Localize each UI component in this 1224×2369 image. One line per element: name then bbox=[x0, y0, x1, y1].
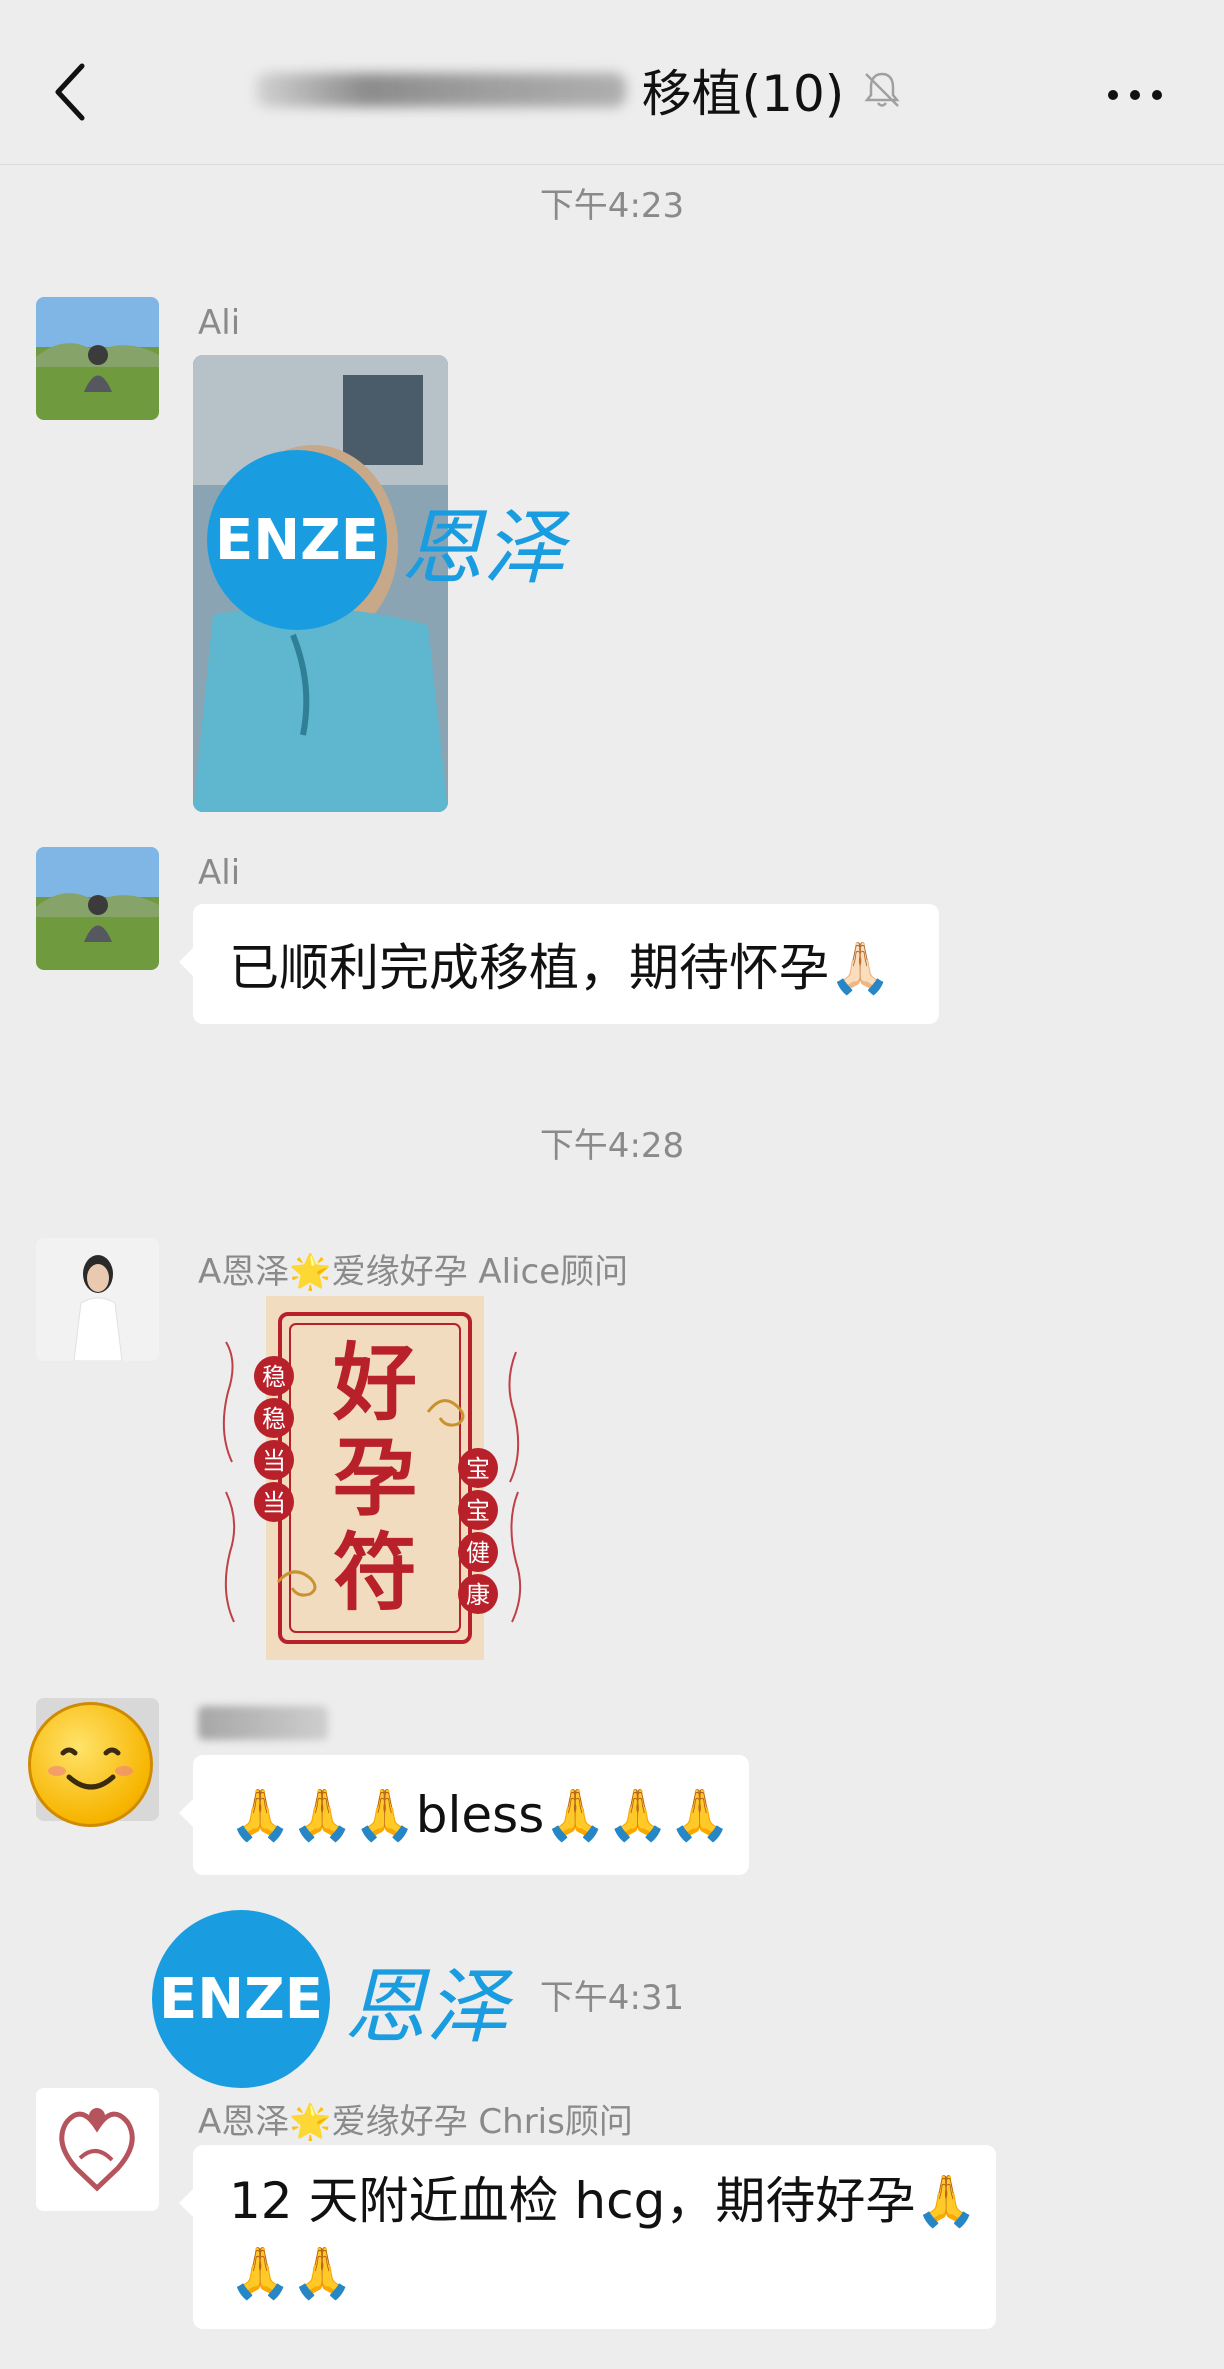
message-text-line: 12 天附近血检 hcg，期待好孕🙏 bbox=[229, 2172, 978, 2230]
avatar[interactable] bbox=[36, 297, 159, 420]
sticker-left-char: 稳 bbox=[262, 1405, 286, 1433]
sender-name: Ali bbox=[198, 303, 241, 343]
timestamp: 下午4:23 bbox=[539, 186, 685, 226]
avatar-person-image bbox=[36, 1238, 159, 1361]
sticker-main-char: 好 bbox=[332, 1333, 417, 1432]
sticker-main-char: 符 bbox=[333, 1523, 417, 1622]
more-horizontal-icon bbox=[1108, 90, 1162, 100]
avatar[interactable] bbox=[36, 1238, 159, 1361]
bell-off-icon bbox=[864, 72, 900, 107]
back-button[interactable] bbox=[40, 52, 100, 132]
blurred-title-part bbox=[255, 73, 626, 107]
sender-name: A恩泽🌟爱缘好孕 Chris顾问 bbox=[198, 2102, 633, 2142]
blurred-sender-name bbox=[198, 1706, 328, 1740]
avatar[interactable] bbox=[36, 2088, 159, 2211]
sticker-right-char: 健 bbox=[466, 1539, 490, 1567]
enze-watermark: ENZE 恩泽 bbox=[152, 1910, 508, 2088]
message-text-line: 🙏🙏 bbox=[229, 2244, 354, 2302]
chevron-left-icon bbox=[55, 63, 85, 121]
group-title: 移植(10) bbox=[641, 65, 845, 123]
sender-name: Ali bbox=[198, 853, 241, 893]
sticker-right-char: 宝 bbox=[466, 1455, 490, 1483]
sticker-main-char: 孕 bbox=[333, 1428, 417, 1527]
avatar[interactable] bbox=[36, 847, 159, 970]
sticker-right-char: 康 bbox=[466, 1581, 490, 1609]
message-bubble[interactable]: 🙏🙏🙏bless🙏🙏🙏 bbox=[179, 1755, 749, 1875]
enze-cn-text: 恩泽 bbox=[344, 1959, 508, 2055]
avatar-logo-image bbox=[36, 2088, 159, 2211]
message-text: 🙏🙏🙏bless🙏🙏🙏 bbox=[229, 1785, 732, 1844]
enze-logo: ENZE bbox=[152, 1910, 330, 2088]
enze-watermark: ENZE 恩泽 bbox=[207, 450, 565, 630]
avatar-landscape-image bbox=[36, 847, 159, 970]
sticker-left-char: 稳 bbox=[262, 1363, 286, 1391]
sticker-left-char: 当 bbox=[262, 1447, 286, 1475]
sticker-left-char: 当 bbox=[262, 1489, 286, 1517]
timestamp: 下午4:28 bbox=[539, 1126, 685, 1166]
avatar-landscape-image bbox=[36, 297, 159, 420]
enze-logo: ENZE bbox=[207, 450, 387, 630]
more-button[interactable] bbox=[1100, 70, 1170, 120]
chat-title[interactable]: 移植(10) bbox=[200, 55, 960, 125]
message-bubble[interactable]: 已顺利完成移植，期待怀孕🙏🏻 bbox=[179, 904, 939, 1024]
good-pregnancy-amulet-sticker: 稳 稳 当 当 宝 宝 健 康 好 孕 符 bbox=[222, 1296, 522, 1660]
chat-header: 移植(10) bbox=[0, 0, 1224, 165]
message-text: 已顺利完成移植，期待怀孕🙏🏻 bbox=[229, 939, 892, 997]
sender-name: A恩泽🌟爱缘好孕 Alice顾问 bbox=[198, 1252, 629, 1292]
smiley-face-icon bbox=[28, 1702, 153, 1827]
sticker-message[interactable]: 稳 稳 当 当 宝 宝 健 康 好 孕 符 bbox=[218, 1292, 528, 1662]
sticker-right-char: 宝 bbox=[466, 1497, 490, 1525]
message-bubble[interactable]: 12 天附近血检 hcg，期待好孕🙏 🙏🙏 bbox=[179, 2145, 996, 2329]
enze-cn-text: 恩泽 bbox=[401, 500, 565, 596]
